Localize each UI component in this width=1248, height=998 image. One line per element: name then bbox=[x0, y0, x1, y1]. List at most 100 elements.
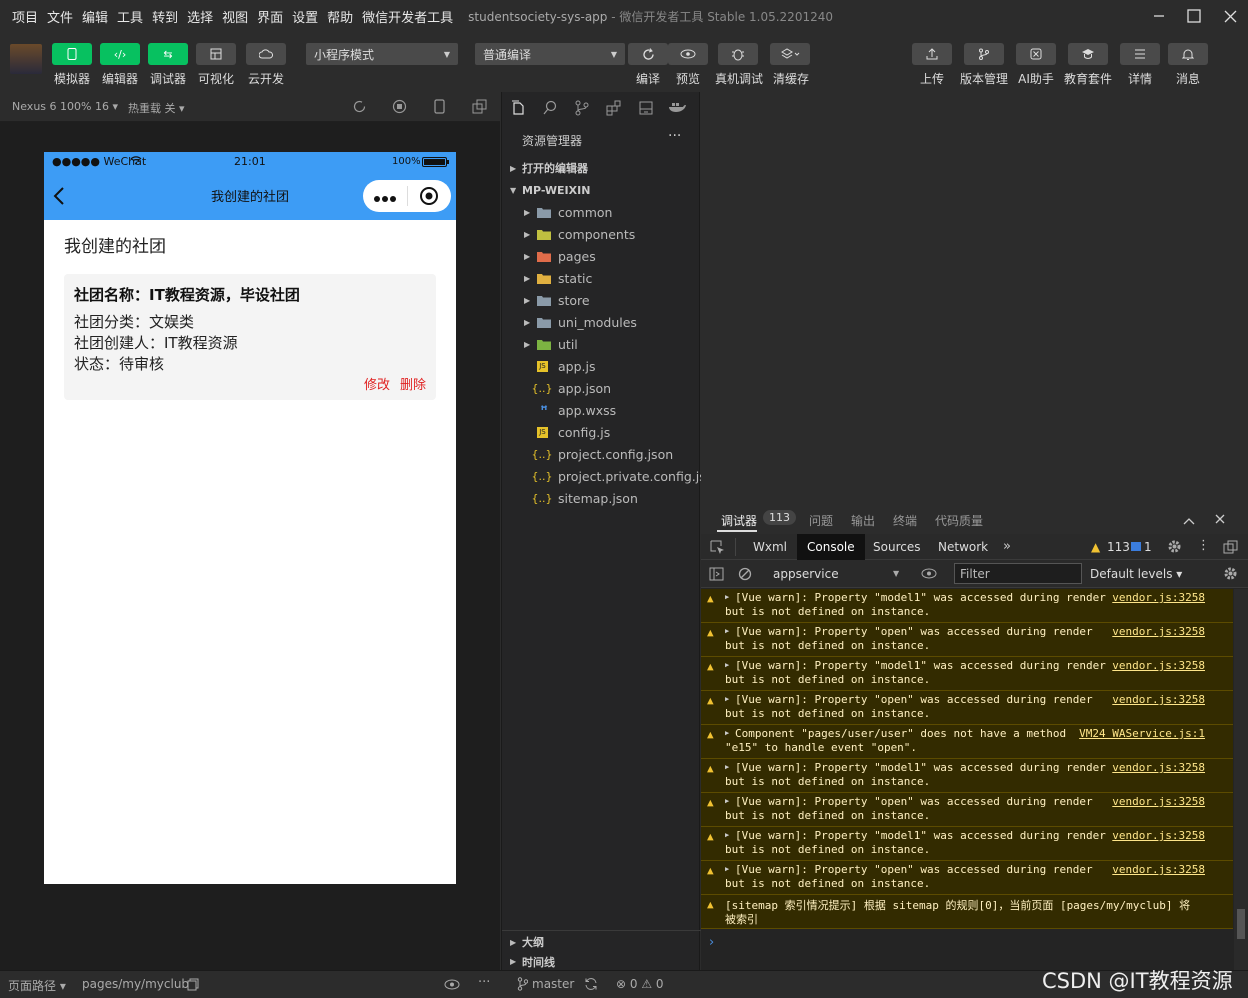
file-sitemap-json[interactable]: {..} sitemap.json bbox=[502, 487, 701, 509]
menu-item-goto[interactable]: 转到 bbox=[152, 7, 178, 26]
file-app-json[interactable]: {..} app.json bbox=[502, 377, 701, 399]
problems-count[interactable]: ⊗ 0 ⚠ 0 bbox=[616, 977, 664, 991]
expand-icon[interactable]: ▶ bbox=[725, 593, 729, 601]
log-row[interactable]: ▲ ▶ Component "pages/user/user" does not h… bbox=[701, 725, 1233, 759]
folder-store[interactable]: ▶ store bbox=[502, 289, 701, 311]
log-source-link[interactable]: vendor.js:3258 bbox=[1112, 659, 1205, 672]
file-config-js[interactable]: JS config.js bbox=[502, 421, 701, 443]
log-source-link[interactable]: vendor.js:3258 bbox=[1112, 829, 1205, 842]
menu-item-tools[interactable]: 工具 bbox=[117, 7, 143, 26]
upload-button[interactable] bbox=[912, 43, 952, 65]
log-source-link[interactable]: vendor.js:3258 bbox=[1112, 761, 1205, 774]
folder-pages[interactable]: ▶ pages bbox=[502, 245, 701, 267]
expand-icon[interactable]: ▶ bbox=[725, 797, 729, 805]
close-window-icon[interactable] bbox=[1211, 0, 1248, 32]
project-root[interactable]: ▼ MP-WEIXIN bbox=[502, 179, 701, 201]
tab-sources[interactable]: Sources bbox=[863, 534, 930, 560]
docker-icon[interactable] bbox=[668, 100, 686, 117]
log-source-link[interactable]: vendor.js:3258 bbox=[1112, 795, 1205, 808]
log-row[interactable]: ▲ ▶ [Vue warn]: Property "model1" was acce… bbox=[701, 657, 1233, 691]
tab-wxml[interactable]: Wxml bbox=[743, 534, 797, 560]
delete-button[interactable]: 删除 bbox=[400, 374, 426, 393]
more-tabs-icon[interactable]: » bbox=[1003, 539, 1011, 554]
detach-window-icon[interactable] bbox=[472, 99, 487, 117]
debugger-button[interactable]: ⇆ bbox=[148, 43, 188, 65]
log-source-link[interactable]: vendor.js:3258 bbox=[1112, 863, 1205, 876]
tab-debugger[interactable]: 调试器 bbox=[721, 512, 757, 529]
phone-icon[interactable] bbox=[434, 99, 445, 117]
editor-button[interactable]: ‹/› bbox=[100, 43, 140, 65]
sync-icon[interactable] bbox=[584, 977, 598, 994]
kebab-menu-icon[interactable]: ⋮ bbox=[1197, 538, 1210, 553]
file-app-js[interactable]: JS app.js bbox=[502, 355, 701, 377]
visual-button[interactable] bbox=[196, 43, 236, 65]
cloud-button[interactable] bbox=[246, 43, 286, 65]
expand-icon[interactable]: ▶ bbox=[725, 763, 729, 771]
maximize-icon[interactable] bbox=[1175, 0, 1213, 32]
clear-console-icon[interactable] bbox=[738, 567, 752, 584]
menu-item-edit[interactable]: 编辑 bbox=[82, 7, 108, 26]
edit-button[interactable]: 修改 bbox=[364, 374, 390, 393]
simulator-button[interactable] bbox=[52, 43, 92, 65]
context-select[interactable]: appservice bbox=[773, 567, 839, 581]
preview-button[interactable] bbox=[668, 43, 708, 65]
messages-button[interactable] bbox=[1168, 43, 1208, 65]
tab-output[interactable]: 输出 bbox=[851, 512, 875, 529]
device-select[interactable]: Nexus 6 100% 16 ▾ bbox=[12, 100, 118, 113]
outline-section[interactable]: ▶ 大纲 bbox=[502, 931, 701, 953]
inspect-icon[interactable] bbox=[710, 540, 725, 558]
expand-icon[interactable]: ▶ bbox=[725, 729, 729, 737]
timeline-section[interactable]: ▶ 时间线 bbox=[502, 953, 701, 970]
minimize-icon[interactable] bbox=[1140, 0, 1178, 32]
version-control-button[interactable] bbox=[964, 43, 1004, 65]
log-row[interactable]: ▲ ▶ [Vue warn]: Property "model1" was acce… bbox=[701, 827, 1233, 861]
menu-item-file[interactable]: 文件 bbox=[47, 7, 73, 26]
folder-uni-modules[interactable]: ▶ uni_modules bbox=[502, 311, 701, 333]
ai-assistant-button[interactable] bbox=[1016, 43, 1056, 65]
hot-reload-toggle[interactable]: 热重载 关 ▾ bbox=[128, 100, 185, 116]
tab-network[interactable]: Network bbox=[928, 534, 998, 560]
compile-button[interactable] bbox=[628, 43, 668, 65]
console-prompt-icon[interactable]: › bbox=[709, 935, 714, 950]
file-project-config-json[interactable]: {..} project.config.json bbox=[502, 443, 701, 465]
preview-eye-icon[interactable] bbox=[444, 979, 460, 993]
close-miniprogram-icon[interactable] bbox=[419, 186, 439, 209]
tab-issues[interactable]: 问题 bbox=[809, 512, 833, 529]
log-row[interactable]: ▲ ▶ [Vue warn]: Property "model1" was acce… bbox=[701, 589, 1233, 623]
menu-item-project[interactable]: 项目 bbox=[12, 7, 38, 26]
file-app-wxss[interactable]: ꟸ app.wxss bbox=[502, 399, 701, 421]
copy-icon[interactable] bbox=[187, 978, 199, 994]
file-project-private-config[interactable]: {..} project.private.config.js... bbox=[502, 465, 702, 487]
tab-console[interactable]: Console bbox=[797, 534, 865, 560]
files-icon[interactable] bbox=[510, 100, 526, 119]
log-row[interactable]: ▲ ▶ [Vue warn]: Property "open" was access… bbox=[701, 623, 1233, 657]
filter-input[interactable]: Filter bbox=[954, 563, 1082, 584]
log-row-sitemap[interactable]: ▲ [sitemap 索引情况提示] 根据 sitemap 的规则[0]，当前页… bbox=[701, 895, 1233, 929]
expand-icon[interactable]: ▶ bbox=[725, 865, 729, 873]
folder-components[interactable]: ▶ components bbox=[502, 223, 701, 245]
menu-item-interface[interactable]: 界面 bbox=[257, 7, 283, 26]
more-icon[interactable] bbox=[373, 192, 397, 206]
log-row[interactable]: ▲ ▶ [Vue warn]: Property "open" was access… bbox=[701, 691, 1233, 725]
open-editors-section[interactable]: ▶ 打开的编辑器 bbox=[502, 157, 701, 179]
menu-item-wechat-devtools[interactable]: 微信开发者工具 bbox=[362, 7, 453, 26]
log-source-link[interactable]: vendor.js:3258 bbox=[1112, 591, 1205, 604]
folder-util[interactable]: ▶ util bbox=[502, 333, 701, 355]
tab-terminal[interactable]: 终端 bbox=[893, 512, 917, 529]
menu-item-help[interactable]: 帮助 bbox=[327, 7, 353, 26]
log-row[interactable]: ▲ ▶ [Vue warn]: Property "model1" was acce… bbox=[701, 759, 1233, 793]
log-row[interactable]: ▲ ▶ [Vue warn]: Property "open" was access… bbox=[701, 861, 1233, 895]
page-path-select[interactable]: 页面路径 ▾ bbox=[8, 977, 66, 994]
panel-icon[interactable] bbox=[638, 100, 654, 119]
compile-select[interactable]: 普通编译 ▼ bbox=[475, 43, 625, 65]
expand-icon[interactable]: ▶ bbox=[725, 661, 729, 669]
remote-debug-button[interactable] bbox=[718, 43, 758, 65]
log-levels-select[interactable]: Default levels ▾ bbox=[1090, 567, 1182, 581]
info-count[interactable]: 1 bbox=[1144, 540, 1152, 554]
log-source-link[interactable]: vendor.js:3258 bbox=[1112, 693, 1205, 706]
stop-icon[interactable] bbox=[392, 99, 407, 117]
menu-item-select[interactable]: 选择 bbox=[187, 7, 213, 26]
refresh-icon[interactable] bbox=[352, 99, 367, 117]
eye-icon[interactable] bbox=[921, 568, 937, 582]
details-button[interactable] bbox=[1120, 43, 1160, 65]
